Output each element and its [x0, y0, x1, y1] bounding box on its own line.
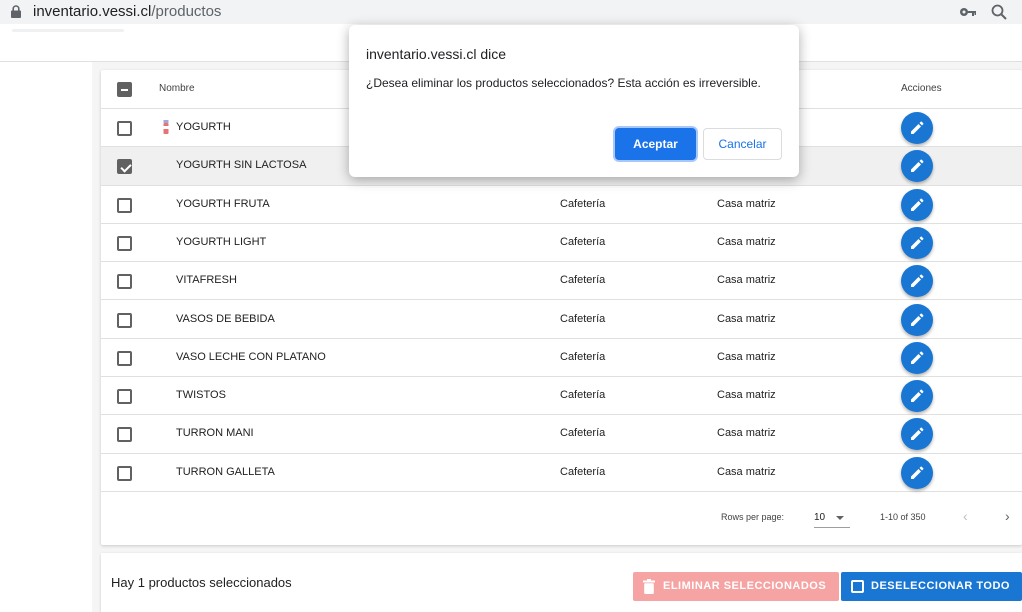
deselect-all-label: DESELECCIONAR TODO — [871, 580, 1010, 592]
product-category: Cafetería — [560, 197, 606, 210]
deselect-all-button[interactable]: DESELECCIONAR TODO — [841, 572, 1022, 601]
product-name: TURRON GALLETA — [176, 465, 275, 478]
table-row[interactable]: TURRON GALLETA Cafetería Casa matriz — [101, 454, 1022, 492]
product-location: Casa matriz — [717, 427, 776, 440]
product-name: VASO LECHE CON PLATANO — [176, 350, 326, 363]
table-row[interactable]: TURRON MANI Cafetería Casa matriz — [101, 415, 1022, 454]
edit-button[interactable] — [901, 226, 933, 259]
product-location: Casa matriz — [717, 197, 776, 210]
table-row[interactable]: YOGURTH LIGHT Cafetería Casa matriz — [101, 224, 1022, 263]
row-checkbox[interactable] — [117, 197, 132, 213]
table-row[interactable]: VASOS DE BEBIDA Cafetería Casa matriz — [101, 301, 1022, 339]
product-name: YOGURTH — [176, 121, 231, 133]
row-checkbox[interactable] — [117, 235, 132, 251]
key-icon[interactable] — [958, 4, 978, 20]
row-checkbox[interactable] — [117, 274, 132, 290]
row-checkbox[interactable] — [117, 389, 132, 405]
row-checkbox[interactable] — [117, 159, 132, 175]
pagination: Rows per page: 10 1-10 of 350 ‹ › — [101, 493, 1022, 545]
product-location: Casa matriz — [717, 274, 776, 287]
edit-button[interactable] — [901, 380, 933, 413]
edit-button[interactable] — [901, 265, 933, 298]
accept-button[interactable]: Aceptar — [615, 128, 696, 160]
edit-button[interactable] — [901, 456, 933, 489]
pagination-range: 1-10 of 350 — [880, 512, 926, 522]
delete-selected-label: ELIMINAR SELECCIONADOS — [663, 580, 827, 592]
product-category: Cafetería — [560, 389, 606, 402]
product-location: Casa matriz — [717, 389, 776, 402]
product-category: Cafetería — [560, 235, 606, 248]
table-row[interactable]: TWISTOS Cafetería Casa matriz — [101, 377, 1022, 416]
checkbox-outline-icon — [851, 580, 864, 593]
rows-per-page-value: 10 — [814, 512, 826, 523]
product-category: Cafetería — [560, 465, 606, 478]
header-divider — [12, 29, 124, 32]
delete-selected-button[interactable]: ELIMINAR SELECCIONADOS — [633, 572, 839, 601]
product-name: VASOS DE BEBIDA — [176, 312, 275, 325]
lock-icon — [11, 5, 21, 18]
edit-button[interactable] — [901, 112, 933, 144]
product-location: Casa matriz — [717, 465, 776, 478]
rows-per-page-select[interactable]: 10 — [814, 510, 850, 528]
chevron-down-icon — [836, 516, 844, 520]
previous-page-button[interactable]: ‹ — [963, 508, 968, 524]
row-checkbox[interactable] — [117, 350, 132, 366]
product-category: Cafetería — [560, 274, 606, 287]
edit-button[interactable] — [901, 303, 933, 336]
product-location: Casa matriz — [717, 350, 776, 363]
table-row[interactable]: VASO LECHE CON PLATANO Cafetería Casa matr… — [101, 339, 1022, 378]
row-checkbox[interactable] — [117, 312, 132, 328]
product-name: TWISTOS — [176, 389, 226, 402]
product-name: TURRON MANI — [176, 427, 254, 440]
selection-bar: Hay 1 productos seleccionados ELIMINAR S… — [101, 553, 1022, 612]
search-icon[interactable] — [990, 3, 1008, 21]
product-name: YOGURTH LIGHT — [176, 235, 267, 248]
product-category: Cafetería — [560, 312, 606, 325]
product-location: Casa matriz — [717, 312, 776, 325]
rows-per-page-label: Rows per page: — [721, 512, 785, 522]
browser-address-bar: inventario.vessi.cl/productos — [0, 0, 1022, 24]
header-actions: Acciones — [901, 83, 942, 94]
product-name: VITAFRESH — [176, 274, 237, 287]
selection-message: Hay 1 productos seleccionados — [111, 575, 292, 590]
product-thumbnail-icon — [163, 120, 169, 134]
next-page-button[interactable]: › — [1005, 508, 1010, 524]
row-checkbox[interactable] — [117, 427, 132, 443]
product-category: Cafetería — [560, 427, 606, 440]
edit-button[interactable] — [901, 188, 933, 221]
confirm-dialog: inventario.vessi.cl dice ¿Desea eliminar… — [349, 25, 799, 177]
edit-button[interactable] — [901, 150, 933, 183]
header-name[interactable]: Nombre — [159, 83, 195, 94]
row-checkbox[interactable] — [117, 465, 132, 481]
product-location: Casa matriz — [717, 235, 776, 248]
left-pane — [0, 62, 92, 612]
cancel-button[interactable]: Cancelar — [703, 128, 782, 160]
product-name: YOGURTH SIN LACTOSA — [176, 159, 307, 172]
product-category: Cafetería — [560, 350, 606, 363]
edit-button[interactable] — [901, 341, 933, 374]
dialog-message: ¿Desea eliminar los productos selecciona… — [366, 76, 761, 90]
url-host: inventario.vessi.cl — [33, 3, 152, 20]
dialog-title: inventario.vessi.cl dice — [366, 46, 507, 62]
url-path: /productos — [151, 3, 222, 20]
product-name: YOGURTH FRUTA — [176, 197, 270, 210]
trash-icon — [643, 579, 655, 594]
table-row[interactable]: YOGURTH FRUTA Cafetería Casa matriz — [101, 186, 1022, 224]
table-row[interactable]: VITAFRESH Cafetería Casa matriz — [101, 262, 1022, 301]
url-field[interactable]: inventario.vessi.cl/productos — [33, 3, 221, 20]
select-all-checkbox[interactable] — [117, 82, 132, 97]
edit-button[interactable] — [901, 418, 933, 451]
row-checkbox[interactable] — [117, 121, 132, 136]
